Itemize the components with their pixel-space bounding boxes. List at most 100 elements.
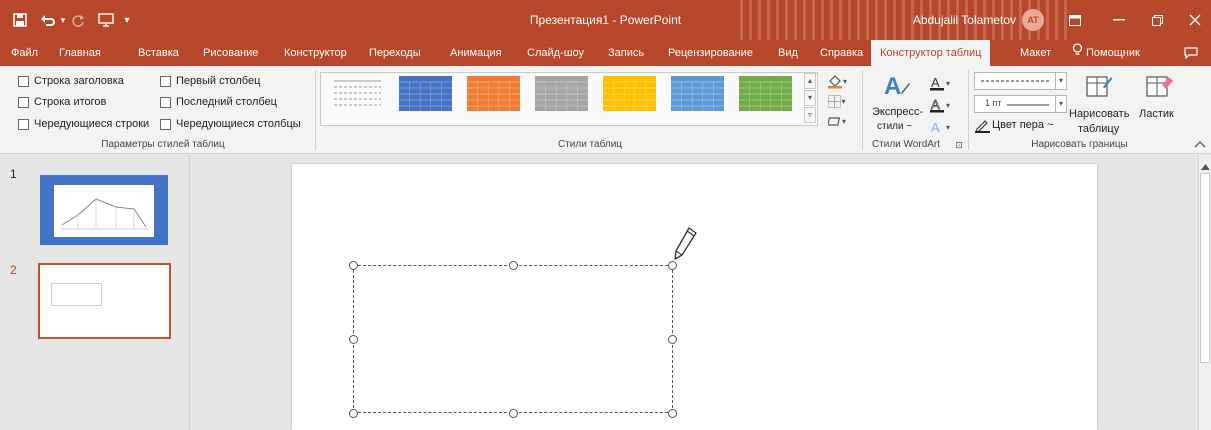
wordart-quick-styles-label[interactable]: Экспресс-: [872, 106, 923, 118]
checkbox-label: Чередующиеся строки: [34, 118, 150, 130]
checkbox-label: Последний столбец: [176, 96, 277, 108]
ribbon: Строка заголовка Строка итогов Чередующи…: [0, 66, 1211, 154]
draw-table-icon[interactable]: [1078, 70, 1120, 102]
tab-insert[interactable]: Вставка: [138, 40, 179, 66]
gallery-scroll-down[interactable]: ▾: [804, 90, 816, 106]
first-column-checkbox[interactable]: Первый столбец: [160, 75, 260, 87]
resize-handle[interactable]: [349, 409, 358, 418]
table-style-swatch[interactable]: [534, 73, 589, 114]
tab-animations[interactable]: Анимация: [450, 40, 502, 66]
pen-weight-dropdown-arrow[interactable]: ▾: [1055, 95, 1067, 113]
wordart-quick-styles-icon[interactable]: A: [876, 70, 916, 100]
pencil-cursor-icon: [673, 226, 699, 262]
tab-draw[interactable]: Рисование: [203, 40, 258, 66]
wordart-quick-styles-label-2[interactable]: стили ~: [877, 121, 912, 132]
shading-icon[interactable]: ▾: [822, 72, 852, 90]
pen-style-dropdown-arrow[interactable]: ▾: [1055, 72, 1067, 90]
avatar[interactable]: AT: [1022, 9, 1044, 31]
slide-thumbnail-pane: 1 2: [0, 155, 190, 430]
tab-layout[interactable]: Макет: [1020, 40, 1051, 66]
banded-columns-checkbox[interactable]: Чередующиеся столбцы: [160, 118, 301, 130]
slide-thumbnail-2[interactable]: [38, 263, 171, 339]
resize-handle[interactable]: [668, 409, 677, 418]
resize-handle[interactable]: [509, 409, 518, 418]
scrollbar-thumb[interactable]: [1200, 173, 1210, 363]
comments-icon[interactable]: [1184, 40, 1198, 66]
slide-thumbnail-1[interactable]: [40, 175, 168, 245]
slide-number: 1: [10, 167, 17, 181]
slide-thumbnail-content: [51, 283, 102, 306]
collapse-ribbon-icon[interactable]: [1192, 136, 1208, 152]
pen-color-button[interactable]: Цвет пера ~: [992, 119, 1054, 131]
table-style-swatch[interactable]: [466, 73, 521, 114]
text-fill-icon[interactable]: A ▾: [924, 74, 956, 92]
table-style-swatch[interactable]: [602, 73, 657, 114]
tab-record[interactable]: Запись: [608, 40, 644, 66]
slide-number: 2: [10, 263, 17, 277]
style-options-group-label: Параметры стилей таблиц: [101, 139, 225, 150]
table-style-swatch[interactable]: [738, 73, 793, 114]
table-style-swatch[interactable]: [398, 73, 453, 114]
tab-file[interactable]: Файл: [11, 40, 38, 66]
resize-handle[interactable]: [668, 335, 677, 344]
user-name[interactable]: Abdujalil Tolametov: [913, 0, 1016, 40]
resize-handle[interactable]: [349, 261, 358, 270]
tab-transitions[interactable]: Переходы: [369, 40, 421, 66]
tab-review[interactable]: Рецензирование: [668, 40, 753, 66]
gallery-scroll-up[interactable]: ▴: [804, 73, 816, 89]
pen-color-icon[interactable]: [974, 116, 990, 134]
checkbox[interactable]: [160, 96, 171, 108]
scroll-up-icon[interactable]: [1201, 161, 1210, 170]
tab-tell-me[interactable]: Помощник: [1072, 40, 1140, 66]
close-icon[interactable]: [1180, 5, 1210, 35]
borders-icon[interactable]: ▾: [822, 92, 852, 110]
banded-rows-checkbox[interactable]: Чередующиеся строки: [18, 118, 149, 130]
checkbox[interactable]: [18, 75, 29, 87]
tab-view[interactable]: Вид: [778, 40, 798, 66]
minimize-icon[interactable]: [1104, 5, 1134, 35]
draw-table-label-2[interactable]: таблицу: [1078, 123, 1119, 135]
pen-style-dropdown[interactable]: [974, 72, 1056, 90]
checkbox[interactable]: [18, 118, 29, 130]
tab-slideshow[interactable]: Слайд-шоу: [527, 40, 584, 66]
checkbox[interactable]: [160, 75, 171, 87]
tab-design[interactable]: Конструктор: [284, 40, 347, 66]
table-style-swatch[interactable]: [670, 73, 725, 114]
tell-me-label: Помощник: [1086, 47, 1140, 59]
checkbox-label: Первый столбец: [176, 75, 261, 87]
svg-text:A: A: [931, 97, 940, 112]
group-divider: [862, 70, 863, 150]
tab-help[interactable]: Справка: [820, 40, 863, 66]
group-divider: [315, 70, 316, 150]
table-style-swatch[interactable]: [330, 73, 385, 114]
text-effects-icon[interactable]: A ▾: [924, 118, 956, 136]
ribbon-tabs: Файл Главная Вставка Рисование Конструкт…: [0, 40, 1211, 66]
eraser-icon[interactable]: [1138, 70, 1180, 102]
lightbulb-icon: [1072, 40, 1086, 66]
total-row-checkbox[interactable]: Строка итогов: [18, 96, 106, 108]
dialog-launcher-icon[interactable]: ⊡: [953, 139, 965, 151]
last-column-checkbox[interactable]: Последний столбец: [160, 96, 277, 108]
resize-handle[interactable]: [509, 261, 518, 270]
restore-icon[interactable]: [1142, 5, 1172, 35]
ribbon-display-options-icon[interactable]: [1060, 5, 1090, 35]
checkbox[interactable]: [160, 118, 171, 130]
resize-handle[interactable]: [349, 335, 358, 344]
table-placeholder[interactable]: [353, 265, 673, 413]
tab-table-design[interactable]: Конструктор таблиц: [871, 40, 991, 66]
header-row-checkbox[interactable]: Строка заголовка: [18, 75, 124, 87]
effects-icon[interactable]: ▾: [822, 112, 852, 130]
tab-home[interactable]: Главная: [59, 40, 101, 66]
gallery-more[interactable]: ▿: [804, 107, 816, 123]
pen-weight-dropdown[interactable]: 1 пт: [974, 95, 1056, 113]
draw-table-label[interactable]: Нарисовать: [1069, 108, 1129, 120]
checkbox[interactable]: [18, 96, 29, 108]
svg-text:A: A: [931, 75, 940, 90]
text-outline-icon[interactable]: A ▾: [924, 96, 956, 114]
wordart-group-label: Стили WordArt: [871, 139, 941, 150]
title-bar: ▾ ▾ Презентация1 - PowerPoint Abdujalil …: [0, 0, 1211, 40]
group-divider: [968, 70, 969, 150]
vertical-scrollbar[interactable]: [1198, 155, 1211, 430]
resize-handle[interactable]: [668, 261, 677, 270]
eraser-button[interactable]: Ластик: [1139, 108, 1174, 120]
